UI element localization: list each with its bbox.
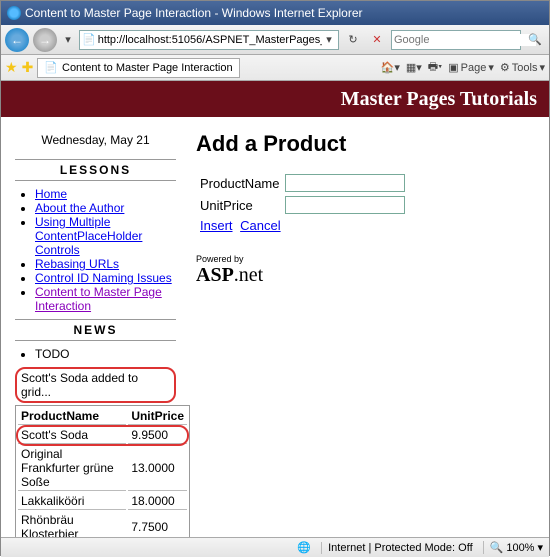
back-button[interactable]: ← [5,28,29,52]
insert-link[interactable]: Insert [200,218,233,233]
tab-title: Content to Master Page Interaction [62,62,233,74]
status-bar: 🌐 Internet | Protected Mode: Off 🔍 100% … [1,537,549,557]
link-about[interactable]: About the Author [35,201,124,215]
product-grid: ProductName UnitPrice Scott's Soda 9.950… [15,405,190,537]
label-unitprice: UnitPrice [198,195,281,215]
search-input[interactable] [394,34,536,46]
refresh-button[interactable]: ↻ [343,30,363,50]
table-row: Rhönbräu Klosterbier 7.7500 [18,512,187,537]
input-unitprice[interactable] [285,196,405,214]
add-favorite-icon[interactable]: ✚ [22,59,34,76]
page-icon: 📄 [82,33,96,46]
address-bar[interactable]: 📄 ▾ [79,30,339,50]
window-titlebar: Content to Master Page Interaction - Win… [1,1,549,25]
search-button[interactable]: 🔍 [525,30,545,50]
site-header: Master Pages Tutorials [1,81,549,117]
forward-button[interactable]: → [33,28,57,52]
news-heading: NEWS [15,319,176,341]
link-content-master[interactable]: Content to Master Page Interaction [35,285,162,313]
lessons-heading: LESSONS [15,159,176,181]
table-row: Original Frankfurter grüne Soße 13.0000 [18,446,187,491]
tab-toolbar: ★ ✚ 📄 Content to Master Page Interaction… [1,55,549,81]
link-multiple[interactable]: Using Multiple ContentPlaceHolder Contro… [35,215,142,257]
internet-zone-icon: 🌐 [297,541,311,554]
lessons-list: Home About the Author Using Multiple Con… [15,187,176,313]
powered-by: Powered by ASP.net [196,254,539,287]
recent-dropdown[interactable]: ▾ [61,33,75,46]
tools-menu[interactable]: ⚙ Tools ▾ [500,61,545,74]
col-unitprice: UnitPrice [128,408,187,425]
feeds-button[interactable]: ▦▾ [406,61,422,74]
page-heading: Add a Product [196,131,539,157]
link-controlid[interactable]: Control ID Naming Issues [35,271,172,285]
link-rebasing[interactable]: Rebasing URLs [35,257,119,271]
date-label: Wednesday, May 21 [15,133,176,147]
url-dropdown[interactable]: ▾ [322,33,336,46]
search-bar[interactable] [391,30,521,50]
input-productname[interactable] [285,174,405,192]
aspnet-logo: ASP.net [196,264,539,287]
link-home[interactable]: Home [35,187,67,201]
news-item: TODO [35,347,176,361]
page-menu[interactable]: ▣ Page ▾ [448,61,494,74]
browser-tab[interactable]: 📄 Content to Master Page Interaction [37,58,239,78]
status-message: Scott's Soda added to grid... [15,367,176,403]
news-list: TODO [15,347,176,361]
window-title: Content to Master Page Interaction - Win… [25,6,363,20]
zone-label: Internet | Protected Mode: Off [321,542,473,554]
add-product-form: ProductName UnitPrice Insert Cancel [196,171,409,236]
site-title: Master Pages Tutorials [341,88,537,111]
cancel-link[interactable]: Cancel [240,218,280,233]
print-button[interactable]: 🖶▾ [428,58,442,77]
table-row: Scott's Soda 9.9500 [18,427,187,444]
sidebar: Wednesday, May 21 LESSONS Home About the… [1,117,186,537]
stop-button[interactable]: ✕ [367,30,387,50]
tab-page-icon: 📄 [44,61,58,74]
home-button[interactable]: 🏠▾ [381,61,400,74]
ie-icon [7,6,21,20]
col-productname: ProductName [18,408,126,425]
favorites-icon[interactable]: ★ [5,59,18,76]
nav-toolbar: ← → ▾ 📄 ▾ ↻ ✕ 🔍 [1,25,549,55]
table-row: Lakkalikööri 18.0000 [18,493,187,510]
url-input[interactable] [96,34,322,46]
main-content: Add a Product ProductName UnitPrice Inse… [186,117,549,537]
zoom-control[interactable]: 🔍 100% ▾ [483,541,543,554]
label-productname: ProductName [198,173,281,193]
